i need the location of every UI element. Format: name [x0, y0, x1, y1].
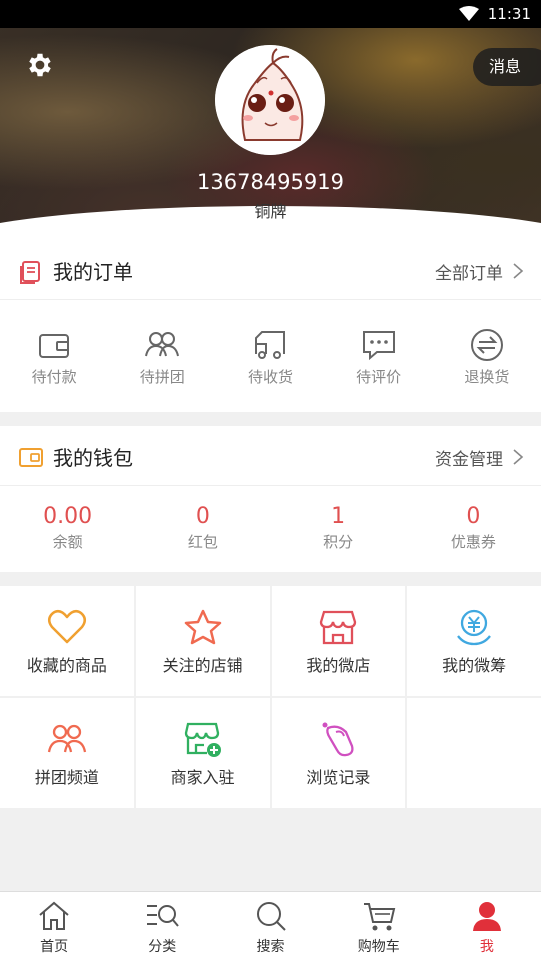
tab-cart[interactable]: 购物车: [325, 892, 433, 962]
user-phone: 13678495919: [197, 170, 344, 194]
wallet-value: 0.00: [43, 504, 93, 529]
star-icon: [184, 609, 221, 645]
order-item-label: 待收货: [247, 368, 293, 386]
status-bar: 11:31: [0, 0, 541, 28]
history-icon: [322, 722, 354, 757]
tab-search[interactable]: 搜索: [216, 892, 324, 962]
order-item-pending-payment[interactable]: 待付款: [0, 328, 108, 387]
order-item-label: 待评价: [356, 368, 402, 386]
order-item-pending-receipt[interactable]: 待收货: [216, 328, 324, 387]
user-icon: [472, 902, 501, 931]
wallet-coupons[interactable]: 0 优惠券: [406, 504, 541, 552]
search-icon: [256, 902, 286, 931]
order-list-icon: [20, 261, 40, 284]
orders-header[interactable]: 我的订单 全部订单: [0, 240, 541, 300]
comment-icon: [362, 331, 395, 361]
tab-home[interactable]: 首页: [0, 892, 108, 962]
chevron-right-icon: [513, 449, 524, 465]
grid-item-label: 我的微筹: [442, 656, 507, 675]
home-icon: [39, 901, 69, 930]
wallet-header[interactable]: 我的钱包 资金管理: [0, 426, 541, 486]
order-item-pending-group[interactable]: 待拼团: [108, 328, 216, 387]
avatar[interactable]: [215, 45, 325, 155]
grid-item-my-crowdfunding[interactable]: 我的微筹: [407, 586, 541, 696]
wallet-red-packets[interactable]: 0 红包: [135, 504, 270, 552]
wallet-icon: [39, 334, 70, 358]
group-icon: [145, 332, 180, 357]
status-time: 11:31: [487, 5, 531, 23]
tab-label: 分类: [148, 939, 177, 955]
wifi-icon: [459, 6, 479, 21]
store-add-icon: [184, 722, 221, 757]
wallet-icon: [19, 448, 43, 467]
tab-category[interactable]: 分类: [108, 892, 216, 962]
order-item-label: 待拼团: [139, 368, 185, 386]
all-orders-link[interactable]: 全部订单: [435, 259, 503, 284]
heart-icon: [47, 609, 86, 644]
grid-item-label: 收藏的商品: [26, 656, 107, 675]
group-icon: [47, 724, 87, 753]
grid-item-label: 拼团频道: [34, 768, 99, 787]
wallet-label: 余额: [52, 533, 83, 551]
orders-title: 我的订单: [53, 260, 133, 284]
wallet-title: 我的钱包: [53, 446, 133, 470]
grid-item-label: 关注的店铺: [162, 656, 243, 675]
order-item-label: 待付款: [31, 368, 77, 386]
wallet-label: 优惠券: [450, 533, 496, 551]
fund-management-link[interactable]: 资金管理: [435, 445, 503, 470]
grid-item-followed-shops[interactable]: 关注的店铺: [135, 586, 270, 696]
profile-header: 消息 13678495919 铜牌: [0, 28, 541, 240]
member-level: 铜牌: [254, 202, 287, 221]
grid-item-browse-history[interactable]: 浏览记录: [271, 698, 406, 808]
wallet-value: 1: [331, 504, 346, 529]
tab-label: 购物车: [357, 939, 400, 955]
yuan-icon: [457, 609, 492, 646]
orders-section: 我的订单 全部订单 待付款 待拼团 待收货 待评价 退换货: [0, 240, 541, 412]
messages-button[interactable]: 消息: [473, 48, 541, 86]
wallet-section: 我的钱包 资金管理 0.00 余额 0 红包 1 积分 0 优惠券: [0, 426, 541, 572]
truck-icon: [255, 331, 286, 359]
order-item-pending-review[interactable]: 待评价: [325, 328, 433, 387]
wallet-value: 0: [466, 504, 481, 529]
bottom-tab-bar: 首页 分类 搜索 购物车 我: [0, 891, 541, 962]
category-icon: [147, 905, 180, 927]
grid-item-favorite-goods[interactable]: 收藏的商品: [0, 586, 134, 696]
tab-label: 搜索: [256, 939, 285, 955]
wallet-balance[interactable]: 0.00 余额: [0, 504, 135, 552]
grid-empty-cell: [407, 698, 541, 808]
wallet-points[interactable]: 1 积分: [271, 504, 406, 552]
grid-item-my-microshop[interactable]: 我的微店: [271, 586, 406, 696]
cart-icon: [363, 903, 395, 931]
wallet-label: 积分: [323, 533, 354, 551]
grid-item-group-channel[interactable]: 拼团频道: [0, 698, 134, 808]
grid-item-merchant-join[interactable]: 商家入驻: [135, 698, 270, 808]
tab-me[interactable]: 我: [433, 892, 541, 962]
gear-icon[interactable]: [25, 50, 55, 80]
grid-item-label: 商家入驻: [170, 768, 235, 787]
shop-icon: [320, 610, 357, 645]
grid-item-label: 浏览记录: [306, 768, 371, 787]
tab-label: 我: [479, 939, 494, 955]
exchange-icon: [470, 329, 503, 361]
order-item-returns[interactable]: 退换货: [433, 328, 541, 387]
grid-item-label: 我的微店: [306, 656, 371, 675]
order-status-row: 待付款 待拼团 待收货 待评价 退换货: [0, 328, 541, 387]
order-item-label: 退换货: [464, 368, 510, 386]
chevron-right-icon: [513, 263, 524, 279]
avatar-illustration-icon: [215, 45, 325, 155]
wallet-label: 红包: [187, 533, 218, 551]
tab-label: 首页: [40, 939, 69, 955]
services-grid: 收藏的商品 关注的店铺 我的微店 我的微筹 拼团频道 商家入驻 浏览记录: [0, 586, 541, 808]
wallet-stats-row: 0.00 余额 0 红包 1 积分 0 优惠券: [0, 504, 541, 552]
wallet-value: 0: [195, 504, 210, 529]
